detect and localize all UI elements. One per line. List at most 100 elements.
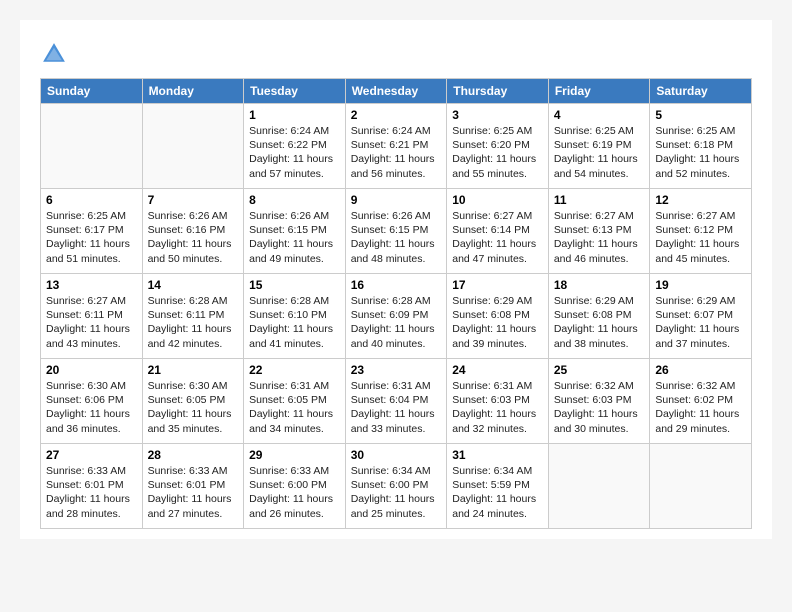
day-number: 15 — [249, 278, 340, 292]
day-info: Sunrise: 6:25 AMSunset: 6:18 PMDaylight:… — [655, 124, 746, 181]
day-number: 13 — [46, 278, 137, 292]
day-info: Sunrise: 6:29 AMSunset: 6:08 PMDaylight:… — [452, 294, 543, 351]
calendar-cell: 7 Sunrise: 6:26 AMSunset: 6:16 PMDaylight… — [142, 189, 244, 274]
day-info: Sunrise: 6:34 AMSunset: 5:59 PMDaylight:… — [452, 464, 543, 521]
day-number: 11 — [554, 193, 645, 207]
day-info: Sunrise: 6:28 AMSunset: 6:10 PMDaylight:… — [249, 294, 340, 351]
day-info: Sunrise: 6:26 AMSunset: 6:15 PMDaylight:… — [351, 209, 442, 266]
calendar-cell: 3 Sunrise: 6:25 AMSunset: 6:20 PMDaylight… — [447, 104, 549, 189]
calendar-cell: 26 Sunrise: 6:32 AMSunset: 6:02 PMDayligh… — [650, 359, 752, 444]
calendar-cell: 28 Sunrise: 6:33 AMSunset: 6:01 PMDayligh… — [142, 444, 244, 529]
day-number: 30 — [351, 448, 442, 462]
day-info: Sunrise: 6:29 AMSunset: 6:07 PMDaylight:… — [655, 294, 746, 351]
calendar-cell: 31 Sunrise: 6:34 AMSunset: 5:59 PMDayligh… — [447, 444, 549, 529]
day-header-saturday: Saturday — [650, 79, 752, 104]
day-info: Sunrise: 6:32 AMSunset: 6:03 PMDaylight:… — [554, 379, 645, 436]
day-info: Sunrise: 6:33 AMSunset: 6:01 PMDaylight:… — [46, 464, 137, 521]
day-info: Sunrise: 6:25 AMSunset: 6:20 PMDaylight:… — [452, 124, 543, 181]
day-number: 21 — [148, 363, 239, 377]
day-info: Sunrise: 6:30 AMSunset: 6:05 PMDaylight:… — [148, 379, 239, 436]
day-number: 28 — [148, 448, 239, 462]
calendar-cell: 24 Sunrise: 6:31 AMSunset: 6:03 PMDayligh… — [447, 359, 549, 444]
day-number: 1 — [249, 108, 340, 122]
day-number: 8 — [249, 193, 340, 207]
day-info: Sunrise: 6:25 AMSunset: 6:19 PMDaylight:… — [554, 124, 645, 181]
day-info: Sunrise: 6:28 AMSunset: 6:11 PMDaylight:… — [148, 294, 239, 351]
calendar-cell: 19 Sunrise: 6:29 AMSunset: 6:07 PMDayligh… — [650, 274, 752, 359]
day-header-monday: Monday — [142, 79, 244, 104]
day-header-thursday: Thursday — [447, 79, 549, 104]
day-info: Sunrise: 6:33 AMSunset: 6:01 PMDaylight:… — [148, 464, 239, 521]
day-info: Sunrise: 6:33 AMSunset: 6:00 PMDaylight:… — [249, 464, 340, 521]
day-info: Sunrise: 6:31 AMSunset: 6:05 PMDaylight:… — [249, 379, 340, 436]
day-info: Sunrise: 6:27 AMSunset: 6:11 PMDaylight:… — [46, 294, 137, 351]
day-number: 4 — [554, 108, 645, 122]
day-info: Sunrise: 6:31 AMSunset: 6:03 PMDaylight:… — [452, 379, 543, 436]
day-number: 12 — [655, 193, 746, 207]
calendar-cell: 20 Sunrise: 6:30 AMSunset: 6:06 PMDayligh… — [41, 359, 143, 444]
day-info: Sunrise: 6:27 AMSunset: 6:12 PMDaylight:… — [655, 209, 746, 266]
day-number: 18 — [554, 278, 645, 292]
calendar-cell: 13 Sunrise: 6:27 AMSunset: 6:11 PMDayligh… — [41, 274, 143, 359]
calendar-cell: 8 Sunrise: 6:26 AMSunset: 6:15 PMDaylight… — [244, 189, 346, 274]
day-header-sunday: Sunday — [41, 79, 143, 104]
week-row-4: 20 Sunrise: 6:30 AMSunset: 6:06 PMDayligh… — [41, 359, 752, 444]
day-header-wednesday: Wednesday — [345, 79, 447, 104]
calendar-cell: 17 Sunrise: 6:29 AMSunset: 6:08 PMDayligh… — [447, 274, 549, 359]
calendar-table: SundayMondayTuesdayWednesdayThursdayFrid… — [40, 78, 752, 529]
day-number: 23 — [351, 363, 442, 377]
day-number: 16 — [351, 278, 442, 292]
calendar-cell: 30Sunrise: 6:34 AMSunset: 6:00 PMDayligh… — [345, 444, 447, 529]
day-number: 7 — [148, 193, 239, 207]
calendar-cell: 6 Sunrise: 6:25 AMSunset: 6:17 PMDaylight… — [41, 189, 143, 274]
day-info: Sunrise: 6:32 AMSunset: 6:02 PMDaylight:… — [655, 379, 746, 436]
calendar-cell: 15 Sunrise: 6:28 AMSunset: 6:10 PMDayligh… — [244, 274, 346, 359]
day-number: 24 — [452, 363, 543, 377]
calendar-cell — [142, 104, 244, 189]
day-info: Sunrise: 6:28 AMSunset: 6:09 PMDaylight:… — [351, 294, 442, 351]
day-number: 5 — [655, 108, 746, 122]
calendar-cell: 12 Sunrise: 6:27 AMSunset: 6:12 PMDayligh… — [650, 189, 752, 274]
day-info: Sunrise: 6:24 AMSunset: 6:22 PMDaylight:… — [249, 124, 340, 181]
day-header-tuesday: Tuesday — [244, 79, 346, 104]
day-info: Sunrise: 6:26 AMSunset: 6:16 PMDaylight:… — [148, 209, 239, 266]
day-number: 10 — [452, 193, 543, 207]
calendar-cell: 22 Sunrise: 6:31 AMSunset: 6:05 PMDayligh… — [244, 359, 346, 444]
day-info: Sunrise: 6:25 AMSunset: 6:17 PMDaylight:… — [46, 209, 137, 266]
calendar-cell: 5 Sunrise: 6:25 AMSunset: 6:18 PMDaylight… — [650, 104, 752, 189]
logo-icon — [40, 40, 68, 68]
day-info: Sunrise: 6:31 AMSunset: 6:04 PMDaylight:… — [351, 379, 442, 436]
day-header-friday: Friday — [548, 79, 650, 104]
day-info: Sunrise: 6:27 AMSunset: 6:13 PMDaylight:… — [554, 209, 645, 266]
calendar-cell: 29 Sunrise: 6:33 AMSunset: 6:00 PMDayligh… — [244, 444, 346, 529]
calendar-cell — [548, 444, 650, 529]
day-info: Sunrise: 6:29 AMSunset: 6:08 PMDaylight:… — [554, 294, 645, 351]
week-row-3: 13 Sunrise: 6:27 AMSunset: 6:11 PMDayligh… — [41, 274, 752, 359]
calendar-page: SundayMondayTuesdayWednesdayThursdayFrid… — [20, 20, 772, 539]
day-number: 3 — [452, 108, 543, 122]
day-number: 9 — [351, 193, 442, 207]
day-number: 20 — [46, 363, 137, 377]
calendar-cell: 16 Sunrise: 6:28 AMSunset: 6:09 PMDayligh… — [345, 274, 447, 359]
day-number: 19 — [655, 278, 746, 292]
day-info: Sunrise: 6:30 AMSunset: 6:06 PMDaylight:… — [46, 379, 137, 436]
day-number: 26 — [655, 363, 746, 377]
day-number: 25 — [554, 363, 645, 377]
day-number: 6 — [46, 193, 137, 207]
day-number: 14 — [148, 278, 239, 292]
day-number: 17 — [452, 278, 543, 292]
page-header — [40, 40, 752, 68]
calendar-cell: 25 Sunrise: 6:32 AMSunset: 6:03 PMDayligh… — [548, 359, 650, 444]
logo — [40, 40, 72, 68]
day-number: 22 — [249, 363, 340, 377]
calendar-cell: 23 Sunrise: 6:31 AMSunset: 6:04 PMDayligh… — [345, 359, 447, 444]
days-header-row: SundayMondayTuesdayWednesdayThursdayFrid… — [41, 79, 752, 104]
day-info: Sunrise: 6:26 AMSunset: 6:15 PMDaylight:… — [249, 209, 340, 266]
day-number: 31 — [452, 448, 543, 462]
week-row-1: 1 Sunrise: 6:24 AMSunset: 6:22 PMDaylight… — [41, 104, 752, 189]
calendar-cell: 9 Sunrise: 6:26 AMSunset: 6:15 PMDaylight… — [345, 189, 447, 274]
day-number: 29 — [249, 448, 340, 462]
calendar-cell: 11 Sunrise: 6:27 AMSunset: 6:13 PMDayligh… — [548, 189, 650, 274]
calendar-cell: 14 Sunrise: 6:28 AMSunset: 6:11 PMDayligh… — [142, 274, 244, 359]
calendar-cell: 1 Sunrise: 6:24 AMSunset: 6:22 PMDaylight… — [244, 104, 346, 189]
